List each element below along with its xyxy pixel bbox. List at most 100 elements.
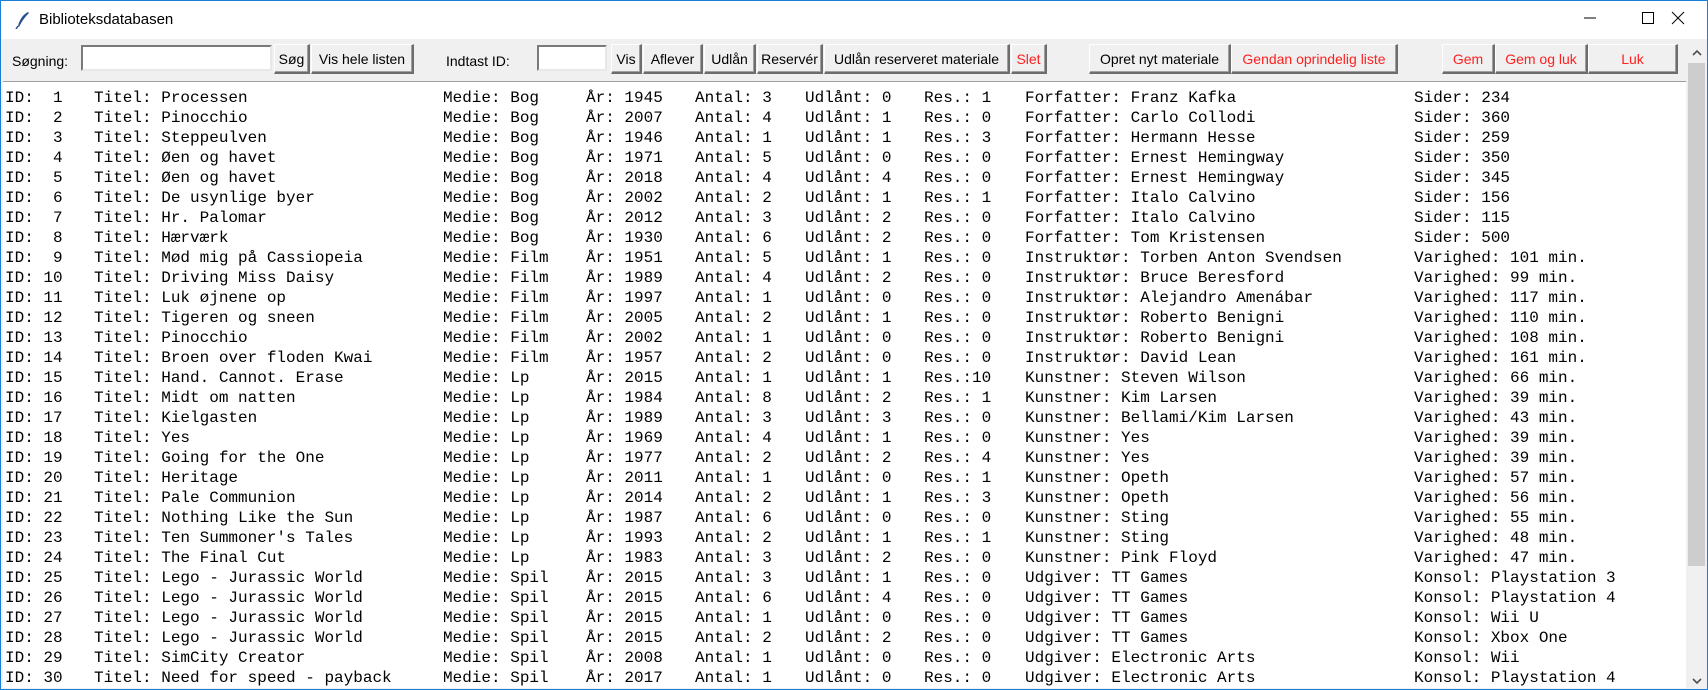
row-reserved: Res.: 1	[924, 189, 992, 207]
row-reserved: Res.: 0	[924, 269, 992, 287]
row-creator: Kunstner: Opeth	[1025, 469, 1170, 487]
row-id: ID: 25	[5, 569, 63, 587]
row-count: Antal: 4	[695, 109, 772, 127]
scroll-down-button[interactable]	[1687, 671, 1706, 689]
minimize-button[interactable]	[1561, 1, 1619, 39]
row-media: Medie: Lp	[443, 369, 530, 387]
row-lent: Udlånt: 0	[805, 469, 892, 487]
row-extra: Varighed: 48 min.	[1414, 529, 1578, 547]
search-button[interactable]: Søg	[274, 44, 310, 74]
row-count: Antal: 1	[695, 289, 772, 307]
toolbar: Søgning: Søg Vis hele listen Indtast ID:…	[1, 39, 1707, 79]
row-title: Titel: Hr. Palomar	[94, 209, 267, 227]
row-lent: Udlånt: 1	[805, 369, 892, 387]
row-reserved: Res.: 0	[924, 149, 992, 167]
row-title: Titel: Going for the One	[94, 449, 325, 467]
show-all-button[interactable]: Vis hele listen	[311, 44, 414, 74]
row-lent: Udlånt: 0	[805, 609, 892, 627]
row-id: ID: 29	[5, 649, 63, 667]
row-creator: Instruktør: Torben Anton Svendsen	[1025, 249, 1342, 267]
row-title: Titel: Broen over floden Kwai	[94, 349, 373, 367]
row-lent: Udlånt: 1	[805, 489, 892, 507]
row-reserved: Res.: 0	[924, 549, 992, 567]
row-extra: Sider: 259	[1414, 129, 1511, 147]
row-media: Medie: Film	[443, 249, 549, 267]
row-extra: Varighed: 108 min.	[1414, 329, 1587, 347]
save-and-close-button[interactable]: Gem og luk	[1495, 44, 1588, 74]
row-creator: Kunstner: Sting	[1025, 509, 1170, 527]
list-row: ID: 10 Titel: Driving Miss Daisy Medie: Fi…	[3, 268, 1686, 288]
row-media: Medie: Film	[443, 289, 549, 307]
row-count: Antal: 2	[695, 489, 772, 507]
row-count: Antal: 3	[695, 89, 772, 107]
row-media: Medie: Film	[443, 329, 549, 347]
row-creator: Instruktør: Roberto Benigni	[1025, 309, 1285, 327]
row-lent: Udlånt: 0	[805, 349, 892, 367]
show-button[interactable]: Vis	[611, 44, 642, 74]
scrollbar-thumb[interactable]	[1688, 63, 1705, 566]
scroll-up-button[interactable]	[1687, 43, 1706, 61]
row-creator: Kunstner: Kim Larsen	[1025, 389, 1218, 407]
row-id: ID: 4	[5, 149, 63, 167]
row-count: Antal: 6	[695, 509, 772, 527]
row-count: Antal: 3	[695, 569, 772, 587]
row-media: Medie: Spil	[443, 629, 549, 647]
row-year: År: 2011	[586, 469, 663, 487]
row-reserved: Res.: 0	[924, 669, 992, 687]
row-media: Medie: Bog	[443, 109, 540, 127]
row-extra: Varighed: 66 min.	[1414, 369, 1578, 387]
list-row: ID: 30 Titel: Need for speed - payback Med…	[3, 668, 1686, 688]
row-year: År: 1989	[586, 269, 663, 287]
id-input[interactable]	[537, 45, 607, 71]
list-row: ID: 16 Titel: Midt om natten Medie: Lp År: …	[3, 388, 1686, 408]
create-material-button[interactable]: Opret nyt materiale	[1089, 44, 1231, 74]
reserve-button[interactable]: Reservér	[757, 44, 823, 74]
list-row: ID: 5 Titel: Øen og havet Medie: Bog År: 20…	[3, 168, 1686, 188]
delete-button[interactable]: Slet	[1011, 44, 1047, 74]
row-reserved: Res.: 0	[924, 509, 992, 527]
row-year: År: 2002	[586, 189, 663, 207]
search-input[interactable]	[81, 45, 272, 71]
row-year: År: 1989	[586, 409, 663, 427]
row-count: Antal: 1	[695, 469, 772, 487]
row-title: Titel: Steppeulven	[94, 129, 267, 147]
row-lent: Udlånt: 0	[805, 149, 892, 167]
row-year: År: 2002	[586, 329, 663, 347]
row-creator: Forfatter: Ernest Hemingway	[1025, 169, 1285, 187]
row-id: ID: 8	[5, 229, 63, 247]
row-creator: Udgiver: TT Games	[1025, 589, 1189, 607]
row-count: Antal: 4	[695, 429, 772, 447]
row-lent: Udlånt: 4	[805, 169, 892, 187]
close-window-button[interactable]	[1649, 1, 1707, 39]
row-lent: Udlånt: 0	[805, 289, 892, 307]
row-media: Medie: Spil	[443, 569, 549, 587]
restore-list-button[interactable]: Gendan oprindelig liste	[1231, 44, 1398, 74]
row-extra: Varighed: 161 min.	[1414, 349, 1587, 367]
row-lent: Udlånt: 2	[805, 269, 892, 287]
row-creator: Instruktør: Alejandro Amenábar	[1025, 289, 1314, 307]
save-button[interactable]: Gem	[1442, 44, 1495, 74]
lend-reserved-button[interactable]: Udlån reserveret materiale	[824, 44, 1010, 74]
row-extra: Varighed: 47 min.	[1414, 549, 1578, 567]
lend-button[interactable]: Udlån	[704, 44, 756, 74]
row-reserved: Res.: 0	[924, 169, 992, 187]
row-reserved: Res.: 0	[924, 569, 992, 587]
row-year: År: 1945	[586, 89, 663, 107]
list-row: ID: 18 Titel: Yes Medie: Lp År: 1969 Antal: …	[3, 428, 1686, 448]
row-title: Titel: Driving Miss Daisy	[94, 269, 335, 287]
row-lent: Udlånt: 2	[805, 389, 892, 407]
close-button[interactable]: Luk	[1588, 44, 1678, 74]
row-extra: Sider: 156	[1414, 189, 1511, 207]
row-year: År: 1987	[586, 509, 663, 527]
return-button[interactable]: Aflever	[643, 44, 703, 74]
row-creator: Kunstner: Steven Wilson	[1025, 369, 1246, 387]
vertical-scrollbar[interactable]	[1687, 43, 1706, 689]
row-title: Titel: Luk øjnene op	[94, 289, 287, 307]
minimize-icon	[1584, 11, 1596, 29]
row-media: Medie: Film	[443, 309, 549, 327]
row-lent: Udlånt: 1	[805, 189, 892, 207]
row-reserved: Res.: 0	[924, 589, 992, 607]
row-extra: Varighed: 55 min.	[1414, 509, 1578, 527]
material-list[interactable]: ID: 1 Titel: Processen Medie: Bog År: 1945 A…	[3, 81, 1686, 688]
row-reserved: Res.: 0	[924, 649, 992, 667]
